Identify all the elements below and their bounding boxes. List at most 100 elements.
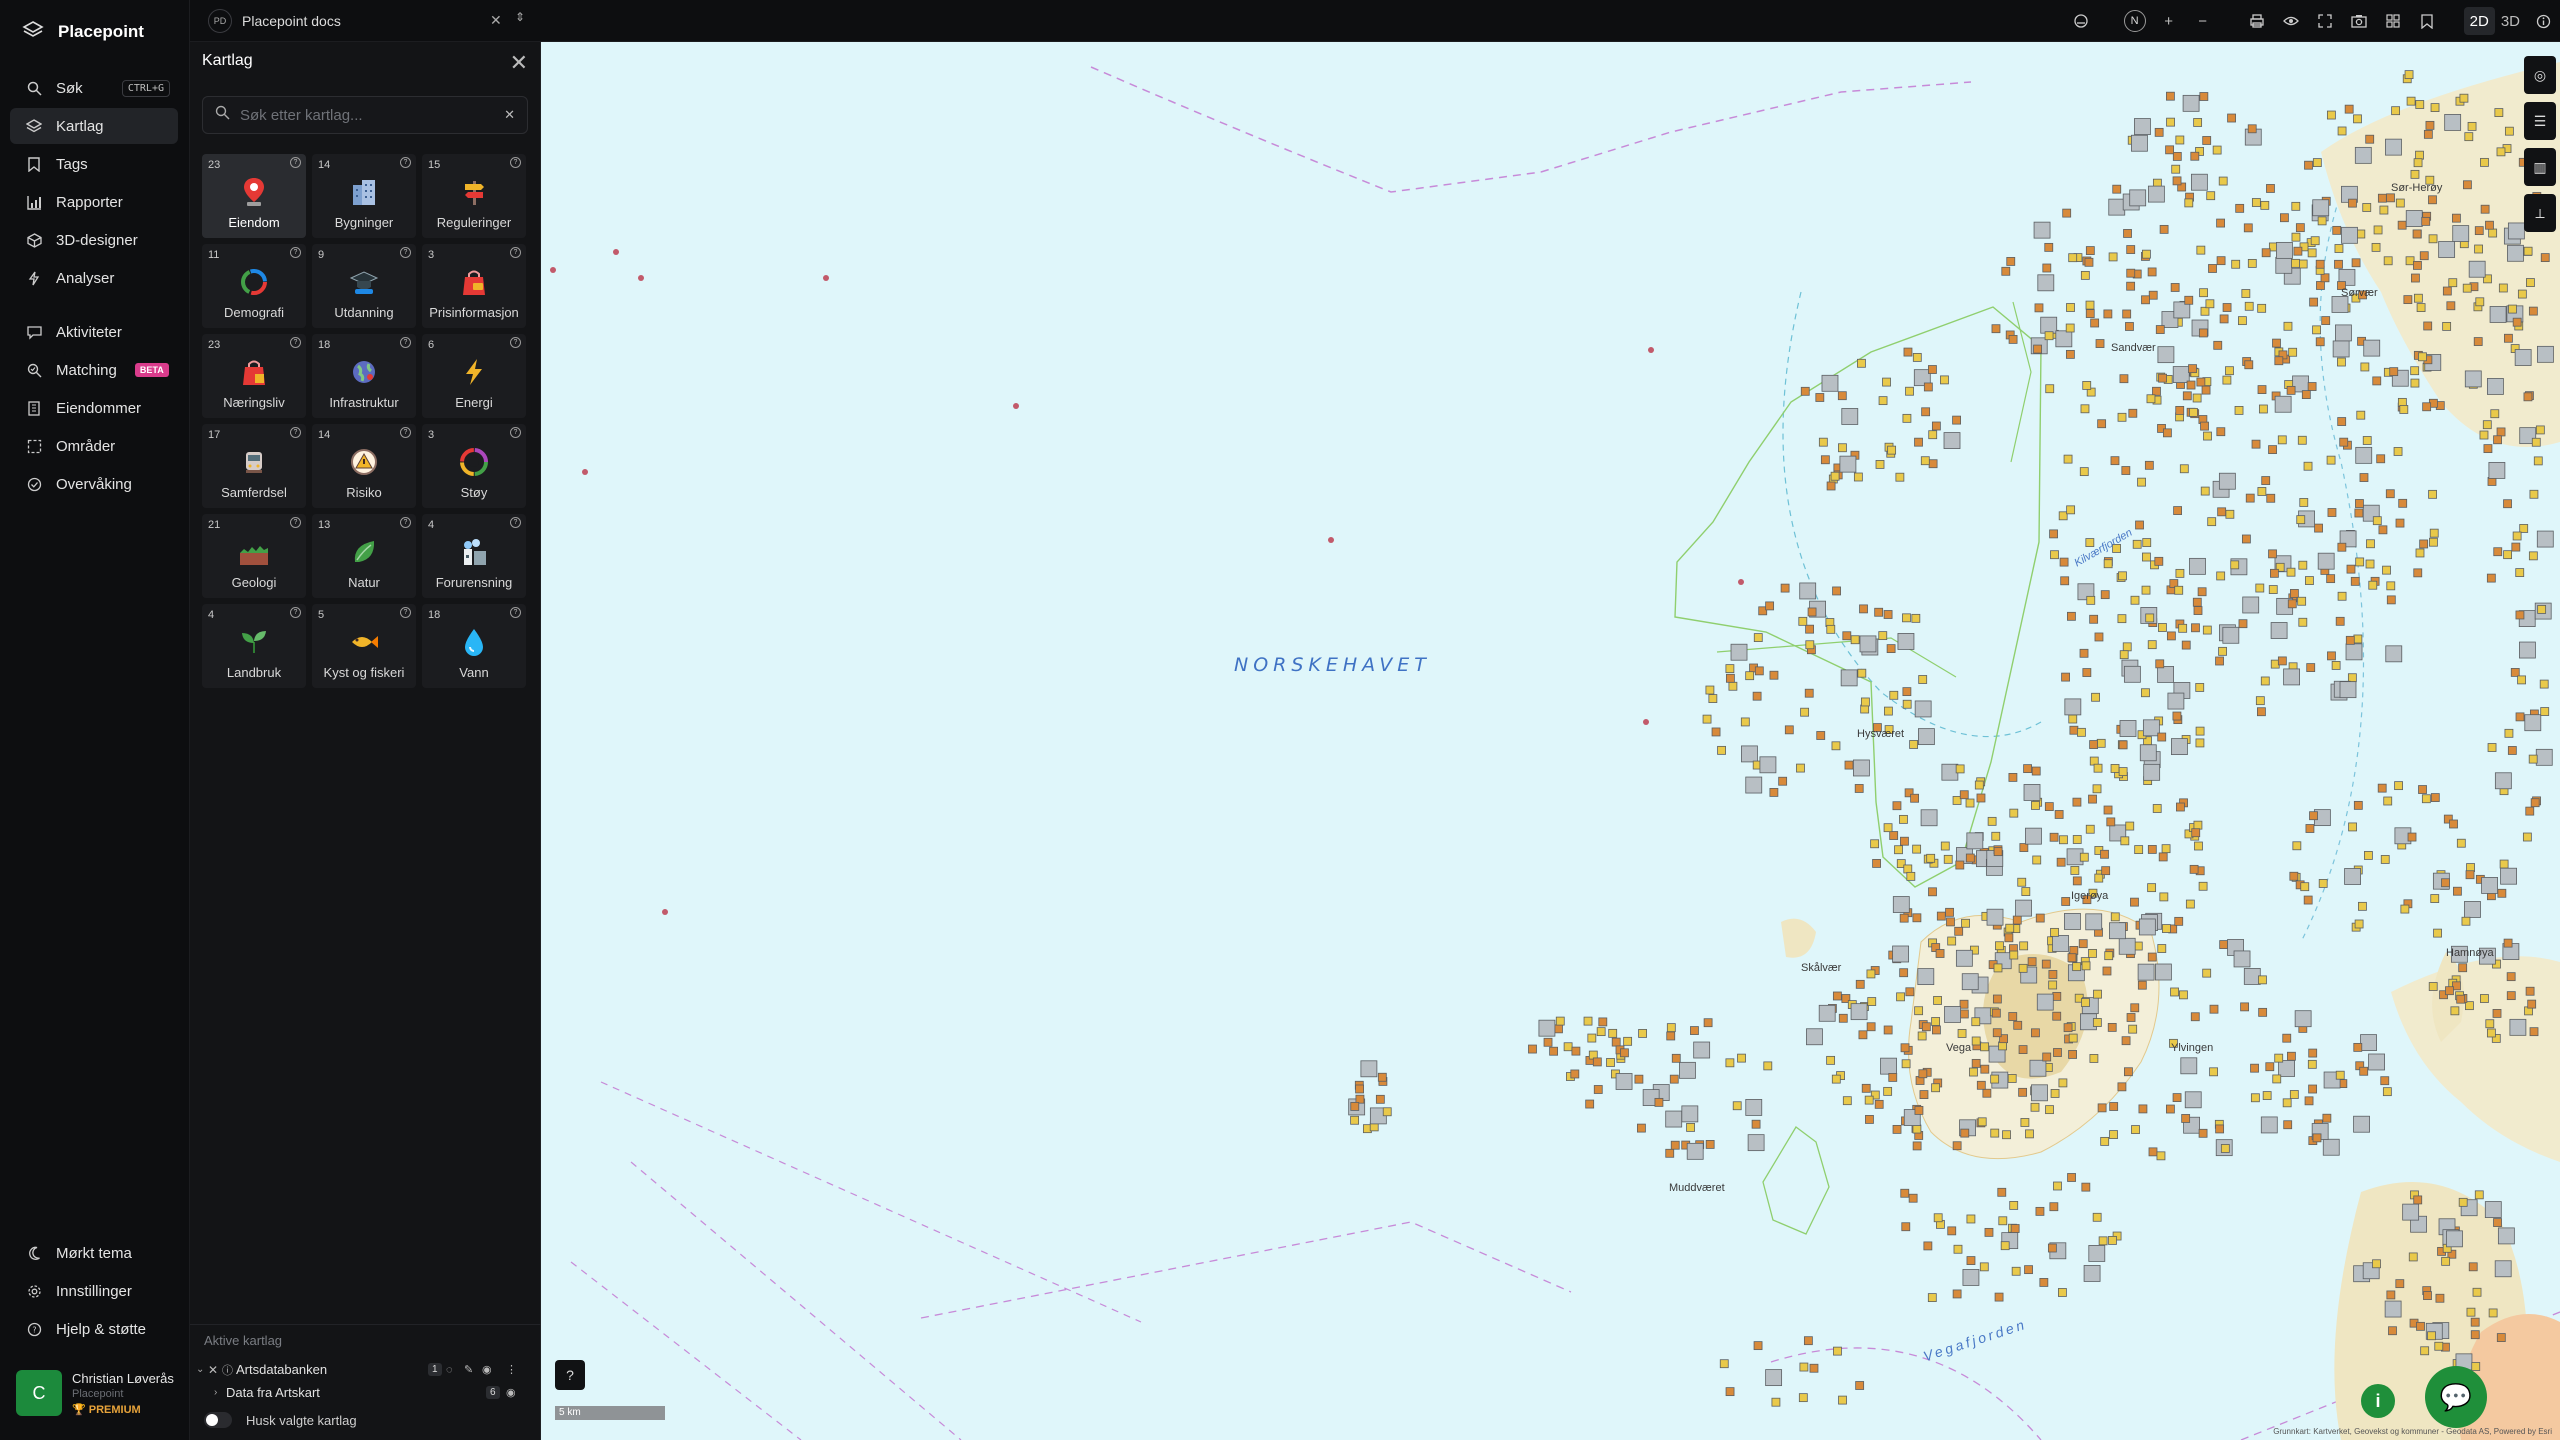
info-icon[interactable]: ? xyxy=(510,247,521,258)
filter-icon[interactable]: ◌ xyxy=(446,1364,453,1376)
eye-icon[interactable] xyxy=(2274,0,2308,42)
info-icon[interactable]: ? xyxy=(290,247,301,258)
eye-icon[interactable]: ◉ xyxy=(506,1386,516,1399)
layer-tile-næringsliv[interactable]: 23? Næringsliv xyxy=(202,334,306,418)
info-icon[interactable]: ? xyxy=(290,337,301,348)
info-icon[interactable]: ? xyxy=(400,247,411,258)
nav-item-rapporter[interactable]: Rapporter xyxy=(10,184,178,220)
layer-tile-demografi[interactable]: 11? Demografi xyxy=(202,244,306,328)
observation-marker xyxy=(2515,712,2525,722)
layer-tile-infrastruktur[interactable]: 18? Infrastruktur xyxy=(312,334,416,418)
layer-tile-reguleringer[interactable]: 15? Reguleringer xyxy=(422,154,526,238)
observation-marker xyxy=(2173,506,2183,515)
nav-item-aktiviteter[interactable]: Aktiviteter xyxy=(10,314,178,350)
camera-icon[interactable] xyxy=(2342,0,2376,42)
info-icon[interactable]: ? xyxy=(510,517,521,528)
layer-tile-risiko[interactable]: 14? Risiko xyxy=(312,424,416,508)
nav-item-analyser[interactable]: Analyser xyxy=(10,260,178,296)
chart-icon[interactable]: ▥ xyxy=(2524,148,2556,186)
info-icon[interactable]: ? xyxy=(400,337,411,348)
close-icon[interactable]: ✕ xyxy=(490,12,502,29)
close-icon[interactable]: ✕ xyxy=(510,50,528,76)
document-selector[interactable]: PD Placepoint docs xyxy=(208,8,341,34)
info-icon[interactable]: ? xyxy=(400,517,411,528)
nav-item-eiendommer[interactable]: Eiendommer xyxy=(10,390,178,426)
info-icon[interactable]: ? xyxy=(290,157,301,168)
info-icon[interactable] xyxy=(2526,0,2560,42)
edit-icon[interactable]: ✎ xyxy=(464,1363,473,1376)
clear-icon[interactable]: ✕ xyxy=(504,107,515,123)
observation-marker xyxy=(1798,616,1808,626)
nav-item-omrader[interactable]: Områder xyxy=(10,428,178,464)
info-icon[interactable]: ? xyxy=(400,607,411,618)
view-3d-button[interactable]: 3D xyxy=(2495,7,2526,35)
layer-tile-landbruk[interactable]: 4? Landbruk xyxy=(202,604,306,688)
active-layer-row[interactable]: ⌄ ✕ ⓘ Artsdatabanken 1 ◌ ✎ ◉ ⋮ xyxy=(190,1358,541,1381)
info-icon[interactable]: ? xyxy=(510,157,521,168)
layer-tile-bygninger[interactable]: 14? Bygninger xyxy=(312,154,416,238)
info-icon[interactable]: ? xyxy=(290,427,301,438)
info-icon[interactable]: ? xyxy=(290,517,301,528)
remember-layers-toggle[interactable]: Husk valgte kartlag xyxy=(204,1412,357,1428)
info-icon[interactable]: ? xyxy=(400,427,411,438)
nav-item-settings[interactable]: Innstillinger xyxy=(10,1273,178,1309)
remove-icon[interactable]: ✕ xyxy=(208,1363,222,1377)
info-icon[interactable]: ? xyxy=(290,607,301,618)
brand[interactable]: Placepoint xyxy=(0,0,189,64)
measure-icon[interactable]: ⟂ xyxy=(2524,194,2556,232)
print-icon[interactable] xyxy=(2240,0,2274,42)
chevron-down-icon[interactable]: ⌄ xyxy=(196,1364,208,1375)
layer-tile-forurensning[interactable]: 4? Forurensning xyxy=(422,514,526,598)
layer-tile-energi[interactable]: 6? Energi xyxy=(422,334,526,418)
bookmark-icon[interactable] xyxy=(2410,0,2444,42)
view-2d-button[interactable]: 2D xyxy=(2463,7,2495,35)
map-help-button[interactable]: ? xyxy=(555,1360,585,1390)
layer-tile-kyst-og-fiskeri[interactable]: 5? Kyst og fiskeri xyxy=(312,604,416,688)
scale-bar: 5 km xyxy=(555,1406,665,1420)
nav-item-3d-designer[interactable]: 3D-designer xyxy=(10,222,178,258)
weather-icon[interactable] xyxy=(2064,0,2098,42)
info-icon[interactable]: ? xyxy=(400,157,411,168)
eye-icon[interactable]: ◉ xyxy=(482,1363,492,1376)
nav-item-help[interactable]: ? Hjelp & støtte xyxy=(10,1311,178,1347)
layer-tile-vann[interactable]: 18? Vann xyxy=(422,604,526,688)
nav-item-tags[interactable]: Tags xyxy=(10,146,178,182)
nav-item-matching[interactable]: Matching BETA xyxy=(10,352,178,388)
info-icon[interactable]: ? xyxy=(510,607,521,618)
search-input[interactable] xyxy=(240,106,495,124)
compass-button[interactable]: N xyxy=(2118,0,2152,42)
active-sublayer-row[interactable]: › Data fra Artskart 6 ◉ xyxy=(190,1381,541,1404)
zoom-out-icon[interactable]: − xyxy=(2186,0,2220,42)
user-profile[interactable]: C Christian Løverås Placepoint 🏆 PREMIUM xyxy=(16,1370,174,1416)
observation-marker xyxy=(2485,1019,2495,1029)
nav-item-dark-theme[interactable]: Mørkt tema xyxy=(10,1235,178,1271)
toggle-switch[interactable] xyxy=(204,1412,232,1428)
chat-button[interactable]: 💬 xyxy=(2425,1366,2487,1428)
map-view[interactable]: NORSKEHAVET Vega Igerøya Ylvingen Muddvæ… xyxy=(541,42,2560,1440)
nav-item-kartlag[interactable]: Kartlag xyxy=(10,108,178,144)
observation-marker xyxy=(2488,462,2506,479)
layer-tile-støy[interactable]: 3? Støy xyxy=(422,424,526,508)
nav-item-overvaking[interactable]: Overvåking xyxy=(10,466,178,502)
layer-tile-utdanning[interactable]: 9? Utdanning xyxy=(312,244,416,328)
grid-icon[interactable] xyxy=(2376,0,2410,42)
map-canvas[interactable] xyxy=(541,42,2560,1440)
more-icon[interactable]: ⋮ xyxy=(506,1363,517,1376)
layers-toggle-icon[interactable]: ◎ xyxy=(2524,56,2556,94)
nav-item-sok[interactable]: Søk CTRL+G xyxy=(10,70,178,106)
layer-tile-prisinformasjon[interactable]: 3? Prisinformasjon xyxy=(422,244,526,328)
observation-marker xyxy=(2212,145,2222,155)
zoom-in-icon[interactable]: + xyxy=(2152,0,2186,42)
chevron-right-icon[interactable]: › xyxy=(214,1387,226,1398)
info-icon[interactable]: ? xyxy=(510,427,521,438)
layer-tile-eiendom[interactable]: 23? Eiendom xyxy=(202,154,306,238)
fullscreen-icon[interactable] xyxy=(2308,0,2342,42)
layer-tile-geologi[interactable]: 21? Geologi xyxy=(202,514,306,598)
info-button[interactable]: i xyxy=(2361,1384,2395,1418)
observation-marker xyxy=(2388,1326,2397,1336)
chevron-updown-icon[interactable]: ⇕ xyxy=(515,10,525,24)
legend-icon[interactable]: ☰ xyxy=(2524,102,2556,140)
info-icon[interactable]: ? xyxy=(510,337,521,348)
layer-tile-samferdsel[interactable]: 17? Samferdsel xyxy=(202,424,306,508)
layer-tile-natur[interactable]: 13? Natur xyxy=(312,514,416,598)
